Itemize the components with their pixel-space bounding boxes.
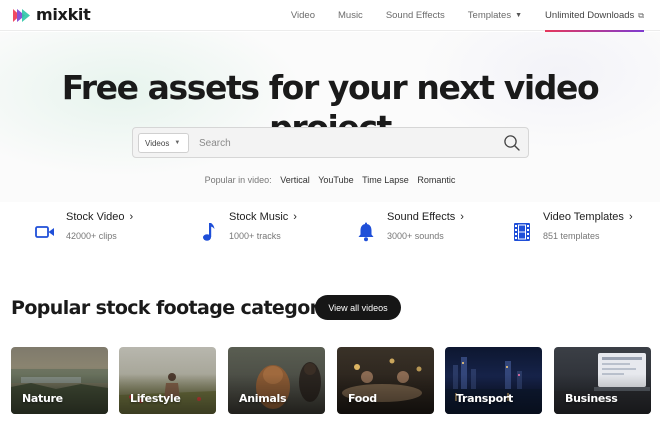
category-title-text: Stock Music (229, 211, 289, 223)
nav-video[interactable]: Video (291, 0, 315, 31)
nav-templates-label: Templates (467, 10, 512, 21)
mixkit-logo-icon (13, 8, 30, 22)
chevron-right-icon: › (129, 211, 134, 223)
category-subtitle: 3000+ sounds (387, 231, 444, 241)
search-input[interactable] (199, 134, 489, 152)
popular-searches: Popular in video: Vertical YouTube Time … (0, 175, 660, 185)
chevron-right-icon: › (628, 211, 633, 223)
external-link-icon: ⧉ (638, 10, 644, 20)
category-stock-music[interactable]: Stock Music › 1000+ tracks (197, 210, 297, 250)
chevron-right-icon: › (293, 211, 297, 223)
category-title: Stock Music › (229, 210, 297, 224)
tile-label: Lifestyle (130, 392, 181, 405)
hero-section: Free assets for your next video project … (0, 32, 660, 202)
category-title-text: Video Templates (543, 211, 624, 223)
bell-icon (355, 221, 377, 243)
category-title: Stock Video › (66, 210, 133, 224)
film-strip-icon (511, 221, 533, 243)
nav-unlimited-downloads-label: Unlimited Downloads (545, 10, 635, 21)
category-subtitle: 1000+ tracks (229, 231, 281, 241)
category-title: Sound Effects › (387, 210, 464, 224)
tile-transport[interactable]: Transport (445, 347, 542, 414)
asset-categories: Stock Video › 42000+ clips Stock Music › 1… (0, 210, 660, 258)
tile-business[interactable]: Business (554, 347, 651, 414)
footage-category-tiles: Nature Lifestyle Animals Food Transport … (0, 347, 660, 417)
view-all-videos-button[interactable]: View all videos (315, 295, 401, 320)
mixkit-logo[interactable]: mixkit (13, 5, 91, 24)
tile-label: Business (565, 392, 618, 405)
caret-down-icon: ▼ (515, 12, 523, 19)
search-type-value: Videos (145, 138, 170, 148)
logo-text: mixkit (36, 5, 91, 24)
popular-tag-vertical[interactable]: Vertical (280, 175, 310, 185)
tile-label: Nature (22, 392, 63, 405)
chevron-right-icon: › (460, 211, 464, 223)
search-icon[interactable] (503, 134, 521, 152)
category-stock-video[interactable]: Stock Video › 42000+ clips (34, 210, 133, 250)
category-subtitle: 851 templates (543, 231, 600, 241)
search-type-select[interactable]: Videos ▼ (138, 133, 189, 153)
category-title-text: Stock Video (66, 211, 125, 223)
tile-nature[interactable]: Nature (11, 347, 108, 414)
nav-sound-effects-label: Sound Effects (385, 10, 445, 21)
nav-music-label: Music (338, 10, 363, 21)
caret-down-icon: ▼ (174, 140, 181, 146)
nav-music[interactable]: Music (338, 0, 363, 31)
tile-label: Animals (239, 392, 287, 405)
tile-animals[interactable]: Animals (228, 347, 325, 414)
search-bar: Videos ▼ (132, 127, 529, 158)
category-title-text: Sound Effects (387, 211, 456, 223)
nav-templates[interactable]: Templates ▼ (468, 0, 522, 31)
category-video-templates[interactable]: Video Templates › 851 templates (511, 210, 633, 250)
popular-tag-time-lapse[interactable]: Time Lapse (362, 175, 409, 185)
category-subtitle: 42000+ clips (66, 231, 117, 241)
tile-lifestyle[interactable]: Lifestyle (119, 347, 216, 414)
nav-video-label: Video (290, 10, 315, 21)
nav-unlimited-downloads[interactable]: Unlimited Downloads ⧉ (545, 0, 644, 32)
tile-label: Transport (456, 392, 513, 405)
music-note-icon (197, 221, 219, 243)
category-sound-effects[interactable]: Sound Effects › 3000+ sounds (355, 210, 464, 250)
popular-tag-youtube[interactable]: YouTube (318, 175, 353, 185)
popular-tag-romantic[interactable]: Romantic (417, 175, 455, 185)
video-camera-icon (34, 221, 56, 243)
tile-label: Food (348, 392, 377, 405)
category-title: Video Templates › (543, 210, 633, 224)
main-nav: Video Music Sound Effects Templates ▼ Unl… (268, 0, 644, 32)
nav-sound-effects[interactable]: Sound Effects (386, 0, 445, 31)
site-header: mixkit Video Music Sound Effects Templat… (0, 0, 660, 32)
popular-footage-title: Popular stock footage categories (11, 297, 348, 319)
popular-label: Popular in video: (204, 175, 272, 185)
tile-food[interactable]: Food (337, 347, 434, 414)
